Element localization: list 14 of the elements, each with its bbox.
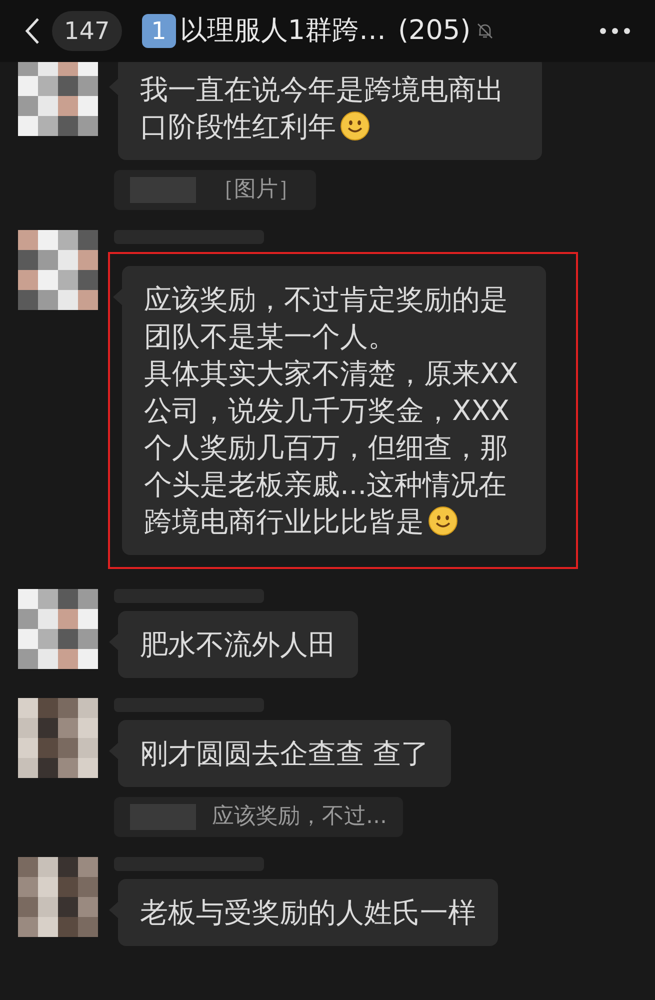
message-text: 具体其实大家不清楚，原来XX公司，说发几千万奖金，XXX个人奖励几百万，但细查，那个头是老板亲戚...这种情况在跨境电商行业比比皆是 [144, 356, 520, 540]
keycap-emoji: 1 [142, 14, 176, 48]
quote-text: 应该奖励，不过... [212, 803, 387, 831]
message-text: 肥水不流外人田 [140, 627, 336, 663]
message-text: 我一直在说今年是跨境电商出口阶段性红利年 [140, 72, 505, 145]
quoted-message[interactable]: 应该奖励，不过... [114, 797, 403, 837]
member-count: (205) [398, 14, 471, 48]
chat-title: 以理服人1群跨… [180, 14, 386, 48]
unread-badge[interactable]: 147 [52, 11, 122, 51]
message-text: 应该奖励，不过肯定奖励的是团队不是某一个人。 [144, 282, 509, 355]
message-text: 老板与受奖励的人姓氏一样 [140, 895, 476, 931]
message-text: 刚才圆圆去企查查 查了 [140, 736, 429, 772]
quoted-message[interactable]: ［图片］ [114, 170, 316, 210]
quote-text: ［图片］ [212, 176, 300, 204]
